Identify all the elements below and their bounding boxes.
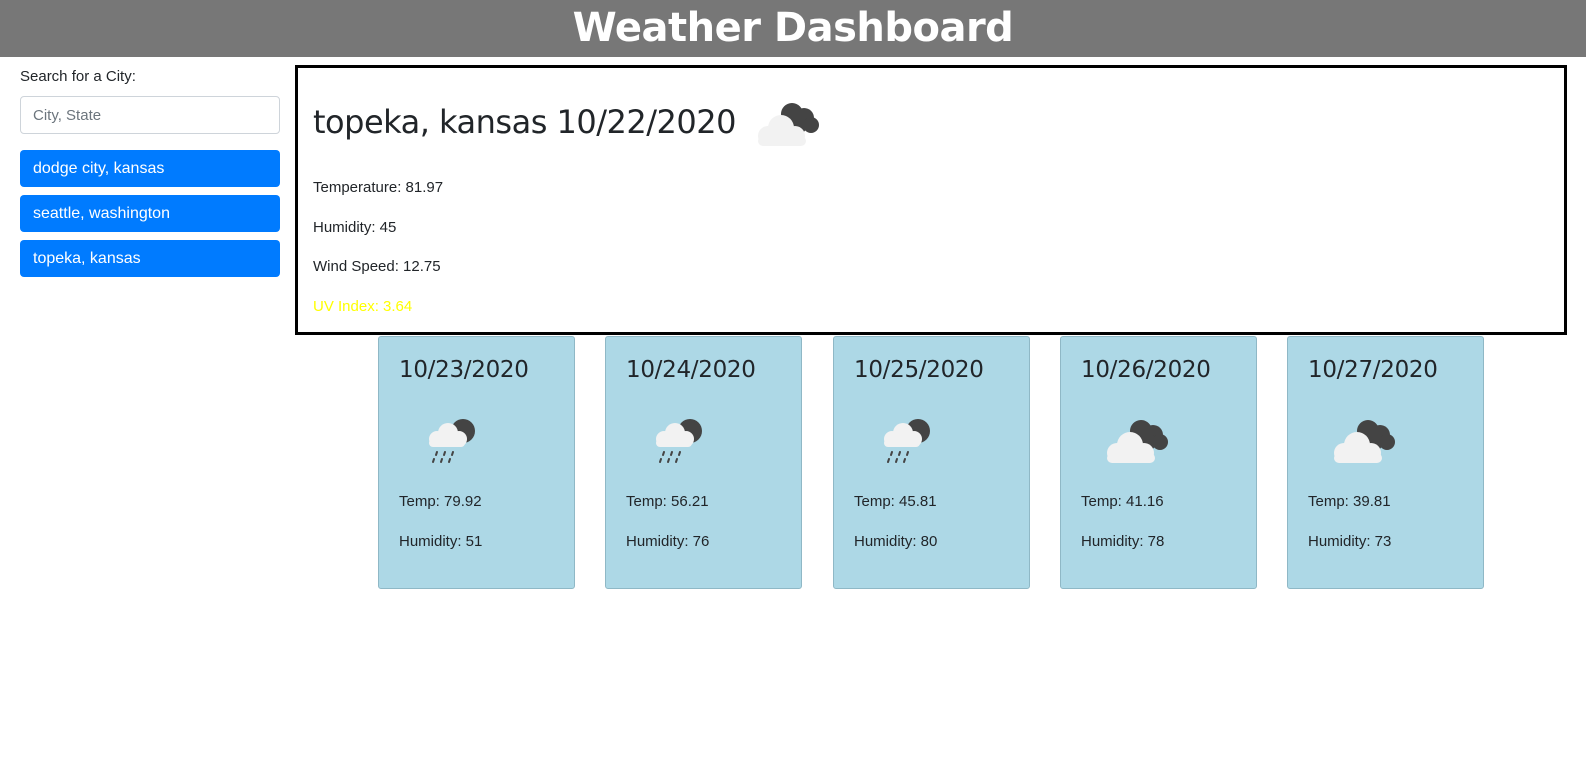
search-label: Search for a City: — [20, 68, 136, 85]
forecast-date: 10/23/2020 — [399, 357, 529, 383]
page-header: Weather Dashboard — [0, 0, 1586, 57]
forecast-humidity: Humidity: 76 — [626, 533, 710, 550]
forecast-humidity: Humidity: 51 — [399, 533, 483, 550]
rain-night-icon — [884, 419, 930, 463]
forecast-humidity: Humidity: 73 — [1308, 533, 1392, 550]
page-title: Weather Dashboard — [572, 5, 1014, 51]
forecast-card: 10/25/2020 Temp: 45.81 Humidity: 80 — [833, 336, 1030, 589]
history-button-seattle[interactable]: seattle, washington — [20, 195, 280, 232]
forecast-humidity: Humidity: 78 — [1081, 533, 1165, 550]
forecast-humidity: Humidity: 80 — [854, 533, 938, 550]
history-button-topeka[interactable]: topeka, kansas — [20, 240, 280, 277]
current-city-date: topeka, kansas 10/22/2020 — [313, 103, 736, 141]
cloudy-night-icon — [757, 103, 819, 146]
forecast-card: 10/26/2020 Temp: 41.16 Humidity: 78 — [1060, 336, 1257, 589]
forecast-temp: Temp: 56.21 — [626, 493, 709, 510]
forecast-temp: Temp: 39.81 — [1308, 493, 1391, 510]
forecast-temp: Temp: 41.16 — [1081, 493, 1164, 510]
forecast-date: 10/26/2020 — [1081, 357, 1211, 383]
cloudy-night-icon — [1107, 420, 1168, 463]
forecast-card: 10/23/2020 Temp: 79.92 Humidity: 51 — [378, 336, 575, 589]
cloudy-night-icon — [1334, 420, 1395, 463]
forecast-card: 10/27/2020 Temp: 39.81 Humidity: 73 — [1287, 336, 1484, 589]
current-wind-speed: Wind Speed: 12.75 — [313, 258, 441, 275]
sidebar: Search for a City: dodge city, kansas se… — [20, 66, 280, 285]
forecast-date: 10/24/2020 — [626, 357, 756, 383]
current-uv-index: UV Index: 3.64 — [313, 298, 413, 315]
history-button-dodge-city[interactable]: dodge city, kansas — [20, 150, 280, 187]
forecast-date: 10/27/2020 — [1308, 357, 1438, 383]
forecast-temp: Temp: 79.92 — [399, 493, 482, 510]
forecast-date: 10/25/2020 — [854, 357, 984, 383]
rain-night-icon — [429, 419, 475, 463]
current-humidity: Humidity: 45 — [313, 219, 397, 236]
search-input[interactable] — [20, 96, 280, 134]
current-temperature: Temperature: 81.97 — [313, 179, 444, 196]
forecast-card: 10/24/2020 Temp: 56.21 Humidity: 76 — [605, 336, 802, 589]
forecast-temp: Temp: 45.81 — [854, 493, 937, 510]
rain-night-icon — [656, 419, 702, 463]
current-weather-panel: topeka, kansas 10/22/2020 Temperature: 8… — [295, 65, 1567, 335]
